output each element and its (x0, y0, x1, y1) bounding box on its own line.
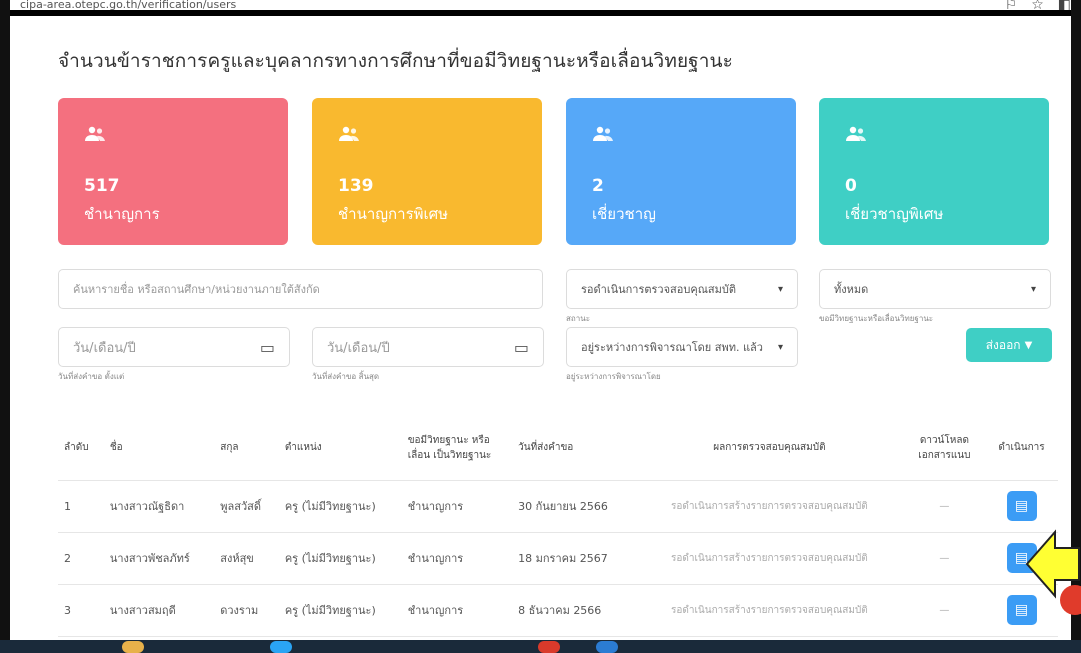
clipboard-icon[interactable]: ▤ (1006, 491, 1037, 521)
cell-download: — (903, 584, 986, 637)
date-to-field[interactable]: วัน/เดือน/ปี ▭ (312, 327, 544, 367)
col-action: ดำเนินการ (985, 416, 1058, 481)
col-no: ลำดับ (58, 416, 104, 481)
cell-no: 1 (58, 480, 104, 533)
cell-level: ชำนาญการ (401, 584, 513, 637)
page-title: จำนวนข้าราชการครูและบุคลากรทางการศึกษาที… (58, 50, 733, 72)
chevron-down-icon: ▼ (1024, 339, 1033, 351)
cell-name: นางสาวณัฐธิดา (103, 480, 215, 533)
card-count: 139 (338, 176, 374, 196)
cell-date: 8 ธันวาคม 2566 (512, 584, 636, 637)
users-icon (338, 126, 516, 148)
level-hint: ขอมีวิทยฐานะหรือเลื่อนวิทยฐานะ (819, 314, 934, 323)
card-chamnan[interactable]: 517 ชำนาญการ (58, 98, 288, 245)
review-select[interactable]: อยู่ระหว่างการพิจารณาโดย สพท. แล้ว ▾ (566, 327, 798, 367)
date-to-placeholder: วัน/เดือน/ปี (327, 340, 390, 356)
date-from-hint: วันที่ส่งคำขอ ตั้งแต่ (58, 372, 125, 381)
calendar-icon[interactable]: ▭ (260, 338, 275, 357)
export-button[interactable]: ส่งออก ▼ (966, 328, 1052, 362)
card-label: เชี่ยวชาญ (592, 205, 656, 223)
cell-position: ครู (ไม่มีวิทยฐานะ) (278, 532, 402, 585)
search-placeholder: ค้นหารายชื่อ หรือสถานศึกษา/หน่วยงานภายใต… (73, 283, 320, 296)
cell-status: รอดำเนินการสร้างรายการตรวจสอบคุณสมบัติ (635, 584, 904, 637)
cell-no: 2 (58, 532, 104, 585)
users-icon (845, 126, 1023, 148)
cell-name: นางสาวสมฤดี (103, 584, 215, 637)
cell-surname: สงห์สุข (214, 532, 279, 585)
search-input[interactable]: ค้นหารายชื่อ หรือสถานศึกษา/หน่วยงานภายใต… (58, 269, 543, 309)
col-date: วันที่ส่งคำขอ (512, 416, 636, 481)
col-status: ผลการตรวจสอบคุณสมบัติ (635, 416, 904, 481)
users-icon (84, 126, 262, 148)
status-select[interactable]: รอดำเนินการตรวจสอบคุณสมบัติ ▾ (566, 269, 798, 309)
main-content: จำนวนข้าราชการครูและบุคลากรทางการศึกษาที… (18, 18, 1063, 643)
card-label: ชำนาญการ (84, 205, 160, 223)
calendar-icon[interactable]: ▭ (514, 338, 529, 357)
chat-bubble-icon[interactable] (1060, 585, 1081, 615)
cell-download: — (903, 480, 986, 533)
users-icon (592, 126, 770, 148)
cell-status: รอดำเนินการสร้างรายการตรวจสอบคุณสมบัติ (635, 532, 904, 585)
taskbar-app-icon[interactable] (270, 641, 292, 653)
table-row: 2 นางสาวพัชลภัทร์ สงห์สุข ครู (ไม่มีวิทย… (58, 532, 1058, 585)
col-level: ขอมีวิทยฐานะ หรือเลื่อน เป็นวิทยฐานะ (401, 416, 513, 481)
chevron-down-icon: ▾ (1030, 283, 1036, 295)
review-hint: อยู่ระหว่างการพิจารณาโดย (566, 372, 661, 381)
cell-status: รอดำเนินการสร้างรายการตรวจสอบคุณสมบัติ (635, 480, 904, 533)
card-count: 517 (84, 176, 120, 196)
card-label: ชำนาญการพิเศษ (338, 205, 449, 223)
status-hint: สถานะ (566, 314, 590, 323)
frame-border (10, 10, 1071, 16)
users-table: ลำดับ ชื่อ สกุล ตำแหน่ง ขอมีวิทยฐานะ หรื… (58, 416, 1058, 637)
date-from-field[interactable]: วัน/เดือน/ปี ▭ (58, 327, 290, 367)
table-header-row: ลำดับ ชื่อ สกุล ตำแหน่ง ขอมีวิทยฐานะ หรื… (58, 416, 1058, 481)
taskbar-app-icon[interactable] (596, 641, 618, 653)
cell-surname: ดวงราม (214, 584, 279, 637)
date-from-placeholder: วัน/เดือน/ปี (73, 340, 136, 356)
table-row: 1 นางสาวณัฐธิดา พูลสวัสดิ์ ครู (ไม่มีวิท… (58, 480, 1058, 533)
date-to-hint: วันที่ส่งคำขอ สิ้นสุด (312, 372, 380, 381)
cell-level: ชำนาญการ (401, 532, 513, 585)
cell-date: 30 กันยายน 2566 (512, 480, 636, 533)
cell-date: 18 มกราคม 2567 (512, 532, 636, 585)
card-label: เชี่ยวชาญพิเศษ (845, 205, 944, 223)
taskbar-app-icon[interactable] (538, 641, 560, 653)
cell-action: ▤ (985, 480, 1058, 533)
cell-download: — (903, 532, 986, 585)
cell-level: ชำนาญการ (401, 480, 513, 533)
cell-no: 3 (58, 584, 104, 637)
chevron-down-icon: ▾ (777, 283, 783, 295)
cell-position: ครู (ไม่มีวิทยฐานะ) (278, 584, 402, 637)
cell-surname: พูลสวัสดิ์ (214, 480, 279, 533)
cell-position: ครู (ไม่มีวิทยฐานะ) (278, 480, 402, 533)
taskbar-app-icon[interactable] (122, 641, 144, 653)
card-count: 0 (845, 176, 857, 196)
level-select[interactable]: ทั้งหมด ▾ (819, 269, 1051, 309)
export-label: ส่งออก (985, 337, 1021, 352)
chevron-down-icon: ▾ (777, 341, 783, 353)
level-select-value: ทั้งหมด (834, 283, 869, 296)
review-select-value: อยู่ระหว่างการพิจารณาโดย สพท. แล้ว (581, 341, 763, 354)
status-select-value: รอดำเนินการตรวจสอบคุณสมบัติ (581, 283, 737, 296)
table-row: 3 นางสาวสมฤดี ดวงราม ครู (ไม่มีวิทยฐานะ)… (58, 584, 1058, 637)
col-name: ชื่อ (103, 416, 215, 481)
card-chiewchan[interactable]: 2 เชี่ยวชาญ (566, 98, 796, 245)
col-position: ตำแหน่ง (278, 416, 402, 481)
os-taskbar (0, 640, 1081, 653)
card-chamnan-pises[interactable]: 139 ชำนาญการพิเศษ (312, 98, 542, 245)
cell-name: นางสาวพัชลภัทร์ (103, 532, 215, 585)
card-chiewchan-pises[interactable]: 0 เชี่ยวชาญพิเศษ (819, 98, 1049, 245)
card-count: 2 (592, 176, 604, 196)
col-download: ดาวน์โหลด เอกสารแนบ (903, 416, 986, 481)
frame-left (0, 0, 10, 653)
col-surname: สกุล (214, 416, 279, 481)
